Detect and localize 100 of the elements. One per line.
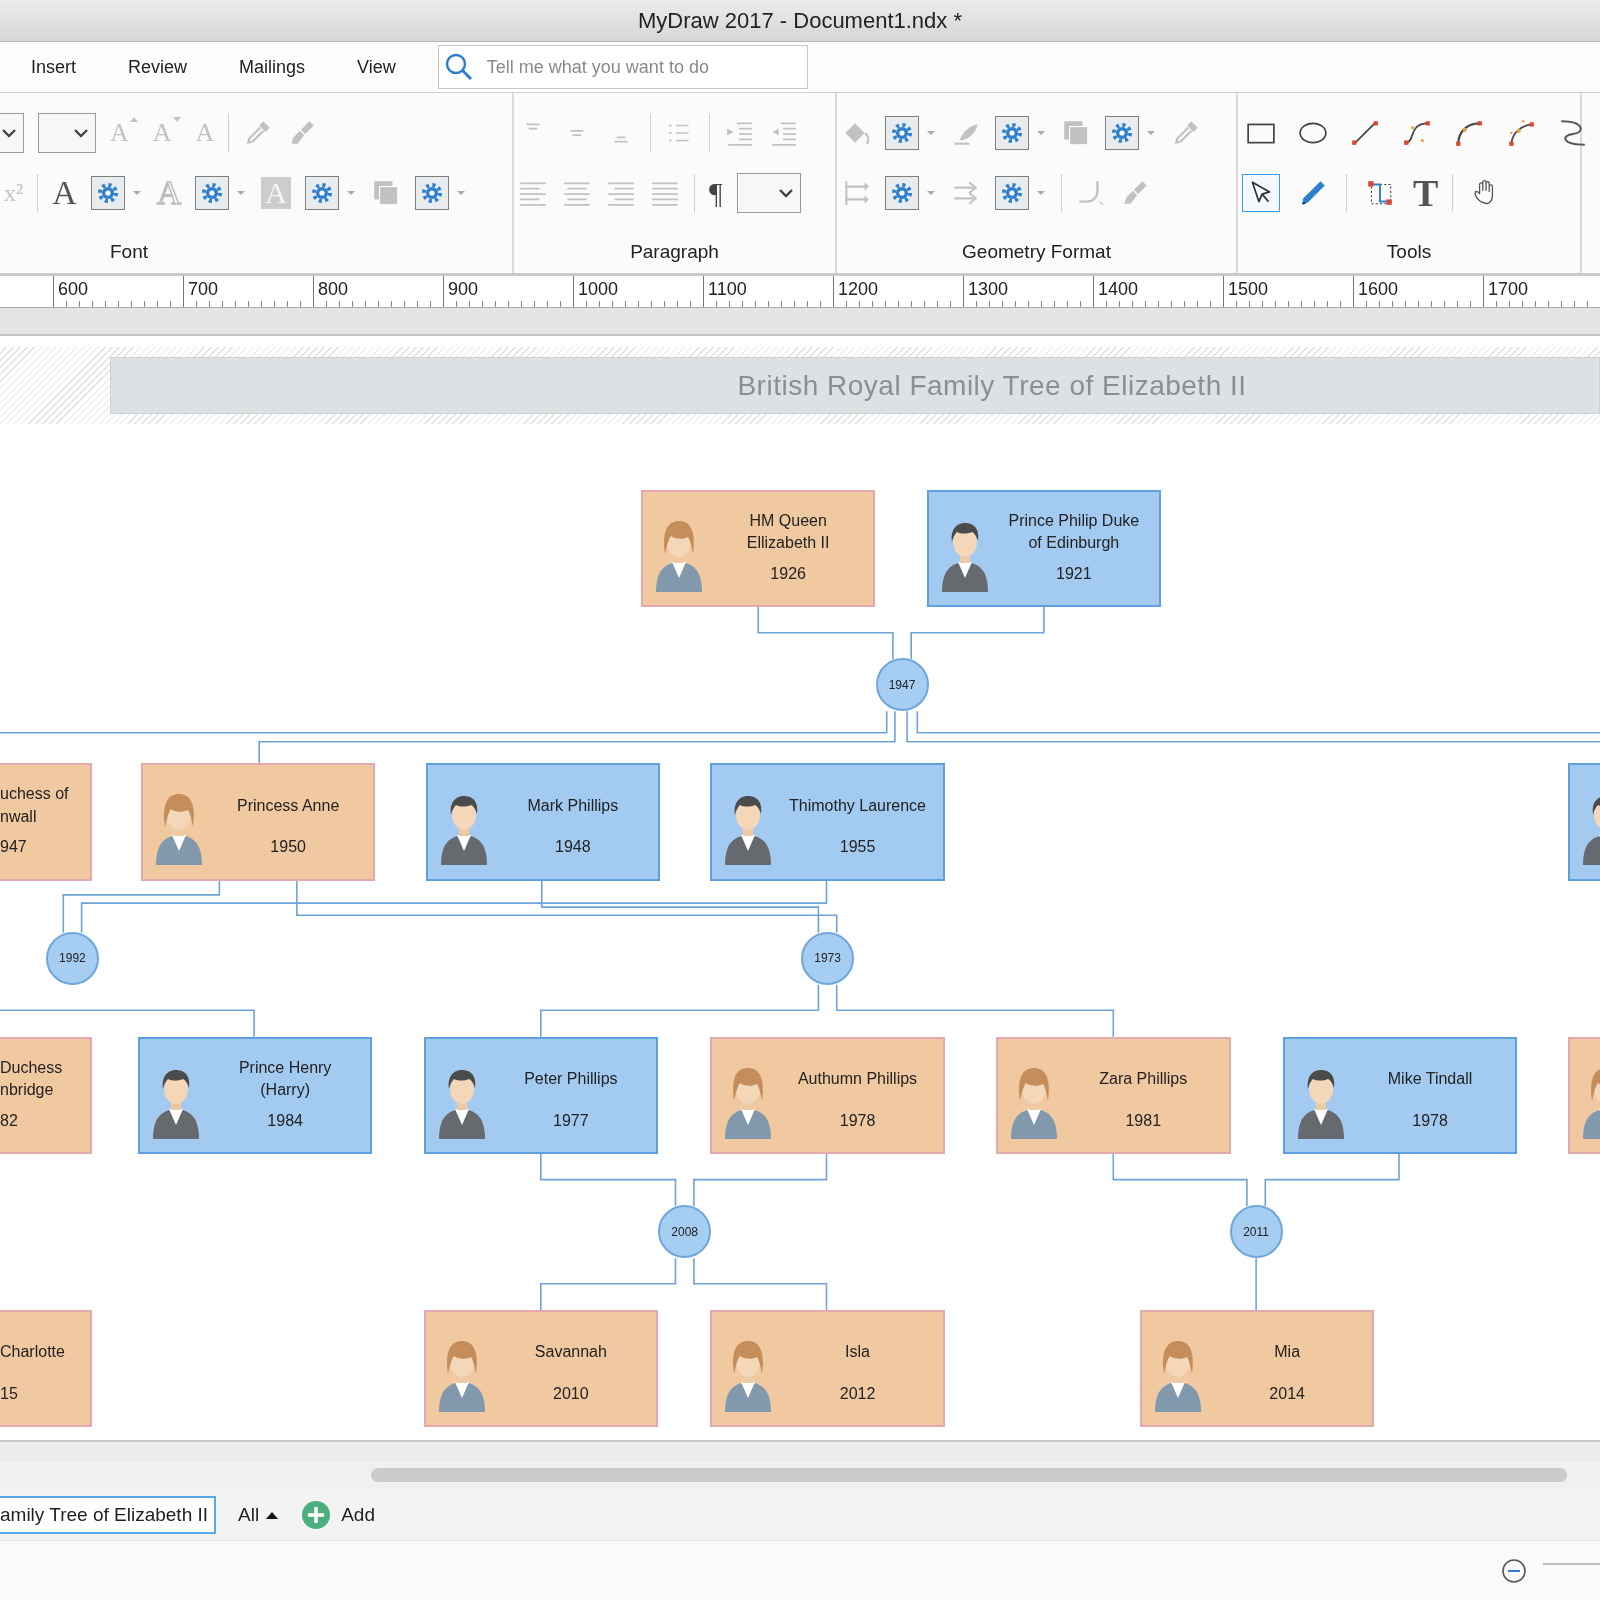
arc-icon — [1454, 118, 1484, 148]
search-icon — [443, 52, 474, 82]
dropdown-caret-icon[interactable] — [925, 129, 937, 137]
dropdown-caret-icon[interactable] — [1035, 129, 1047, 137]
birth-year: 2012 — [839, 1384, 876, 1405]
diagram-title: British Royal Family Tree of Elizabeth II — [110, 357, 1600, 414]
person-name: Charlotte — [0, 1342, 65, 1363]
style-picker-button[interactable] — [995, 176, 1029, 210]
marriage-year-node: 1973 — [801, 931, 855, 985]
marriage-year-node: 1947 — [875, 658, 929, 712]
style-picker-button[interactable] — [1105, 116, 1139, 150]
person-name: Zara Phillips — [1099, 1068, 1188, 1089]
ruler-label: 1300 — [968, 279, 1009, 299]
birth-year: 1981 — [1125, 1110, 1162, 1131]
marriage-year-node: 2008 — [658, 1205, 712, 1259]
plus-icon — [301, 1500, 332, 1530]
chevron-icon — [777, 187, 794, 199]
marriage-year-node: 1992 — [45, 931, 99, 985]
person-name: Isla — [845, 1342, 870, 1363]
style-picker-button[interactable] — [995, 116, 1029, 150]
marriage-year-node: 2011 — [1229, 1205, 1283, 1259]
person-name: Thimothy Laurence — [789, 795, 926, 816]
font-color-button[interactable]: A — [52, 175, 77, 211]
paragraph-mark-button[interactable]: ¶ — [709, 175, 723, 211]
menu-tab[interactable]: View — [357, 56, 396, 78]
ruler-label: 1200 — [838, 279, 879, 299]
birth-year: 1948 — [555, 837, 591, 858]
menu-tab[interactable]: Review — [128, 56, 188, 78]
style-picker-button[interactable] — [885, 116, 919, 150]
ruler-label: 900 — [448, 279, 479, 299]
text-tool-button[interactable]: T — [1413, 175, 1439, 211]
birth-year: 1955 — [839, 837, 876, 858]
ribbon-group-label: Tools — [1385, 240, 1433, 264]
ruler-label: 600 — [58, 279, 89, 299]
person-name: HM Queen Ellizabeth II — [746, 510, 830, 554]
zoom-out-icon[interactable] — [1501, 1558, 1527, 1584]
ruler-label: 800 — [318, 279, 349, 299]
dropdown-caret-icon[interactable] — [1035, 189, 1047, 197]
up-caret-icon — [265, 1510, 280, 1520]
birth-year: 15 — [0, 1384, 18, 1405]
person-name: Prince Henry (Harry) — [238, 1057, 332, 1101]
add-page-button[interactable]: Add — [301, 1500, 375, 1530]
person-name: Savannah — [534, 1342, 607, 1363]
style-picker-button[interactable] — [305, 176, 339, 210]
style-picker-button[interactable] — [415, 176, 449, 210]
connector-line — [1255, 1257, 1257, 1311]
dropdown-caret-icon[interactable] — [345, 189, 357, 197]
ruler-label: 1400 — [1098, 279, 1139, 299]
ruler-label: 1500 — [1228, 279, 1269, 299]
dropdown-caret-icon[interactable] — [925, 189, 937, 197]
bezier-curve-icon — [1402, 118, 1432, 148]
birth-year: 947 — [0, 837, 27, 858]
ruler-label: 700 — [188, 279, 219, 299]
dropdown-field[interactable] — [736, 173, 801, 213]
menu-tab[interactable]: Mailings — [239, 56, 306, 78]
dropdown-field[interactable] — [0, 113, 24, 153]
freeform-icon — [1558, 118, 1588, 148]
line-icon — [1350, 118, 1380, 148]
ruler-label: 1000 — [578, 279, 619, 299]
person-name: Mike Tindall — [1387, 1068, 1473, 1089]
person-name: Princess Anne — [237, 795, 340, 816]
style-picker-button[interactable] — [885, 176, 919, 210]
person-name: Mia — [1274, 1342, 1301, 1363]
person-name: Prince Philip Duke of Edinburgh — [1008, 510, 1140, 554]
person-name: Mark Phillips — [527, 795, 619, 816]
birth-year: 1984 — [267, 1110, 303, 1131]
ribbon-group-label: Font — [109, 240, 149, 264]
birth-year: 1926 — [770, 563, 806, 584]
person-name: uchess of nwall — [0, 784, 69, 827]
person-name: Peter Phillips — [524, 1068, 618, 1089]
dropdown-caret-icon[interactable] — [1145, 129, 1157, 137]
scrollbar-thumb[interactable] — [371, 1468, 1567, 1482]
pointer-tool[interactable] — [1242, 174, 1280, 212]
dropdown-caret-icon[interactable] — [455, 189, 467, 197]
birth-year: 1978 — [839, 1110, 876, 1131]
birth-year: 82 — [0, 1110, 18, 1131]
dropdown-caret-icon[interactable] — [235, 189, 248, 197]
birth-year: 1950 — [270, 837, 306, 858]
up-triangle-icon — [128, 115, 139, 124]
menu-tab[interactable]: Insert — [31, 56, 77, 78]
layer-filter-button[interactable]: All — [238, 1504, 280, 1526]
page-tab[interactable]: amily Tree of Elizabeth II — [0, 1496, 217, 1534]
ribbon-group-label: Paragraph — [629, 240, 720, 264]
window-title: MyDraw 2017 - Document1.ndx * — [638, 7, 962, 34]
person-name: Duchess nbridge — [0, 1057, 63, 1101]
chevron-icon — [73, 127, 89, 139]
birth-year: 2010 — [553, 1384, 589, 1405]
ribbon-group-label: Geometry Format — [961, 240, 1112, 264]
down-triangle-icon — [171, 115, 182, 124]
ruler-label: 1700 — [1488, 279, 1529, 299]
connector-icon — [1365, 178, 1395, 208]
ruler-label: 1100 — [708, 279, 747, 299]
birth-year: 1978 — [1412, 1110, 1448, 1131]
style-picker-button[interactable] — [195, 176, 230, 210]
curve-icon — [1506, 118, 1536, 148]
dropdown-field[interactable] — [38, 113, 96, 153]
birth-year: 1977 — [553, 1110, 589, 1131]
search-field[interactable]: Tell me what you want to do — [437, 45, 808, 89]
style-picker-button[interactable] — [90, 176, 125, 210]
ruler-label: 1600 — [1358, 279, 1399, 299]
